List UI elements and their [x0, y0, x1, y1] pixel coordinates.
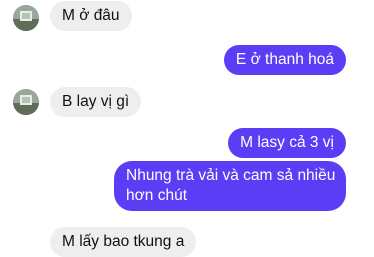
- avatar-photo-icon: [13, 5, 39, 31]
- contact-avatar[interactable]: [13, 5, 39, 31]
- message-text: M lasy cả 3 vị: [240, 134, 334, 151]
- message-text-line: Nhung trà vải và cam sả nhiều: [126, 167, 336, 184]
- outgoing-message[interactable]: Nhung trà vải và cam sả nhiều hơn chút: [114, 161, 346, 211]
- avatar-photo-icon: [13, 89, 39, 115]
- message-text: E ở thanh hoá: [235, 51, 334, 68]
- message-text: B lay vị gì: [62, 93, 130, 110]
- message-text-line: hơn chút: [126, 187, 188, 204]
- outgoing-message[interactable]: M lasy cả 3 vị: [228, 128, 346, 158]
- incoming-message[interactable]: M lấy bao tkung a: [50, 227, 197, 257]
- message-text: M lấy bao tkung a: [62, 233, 185, 250]
- incoming-message[interactable]: M ở đâu: [50, 1, 132, 31]
- message-text: M ở đâu: [62, 7, 120, 24]
- incoming-message[interactable]: B lay vị gì: [50, 87, 142, 117]
- outgoing-message[interactable]: E ở thanh hoá: [223, 45, 346, 75]
- contact-avatar[interactable]: [13, 89, 39, 115]
